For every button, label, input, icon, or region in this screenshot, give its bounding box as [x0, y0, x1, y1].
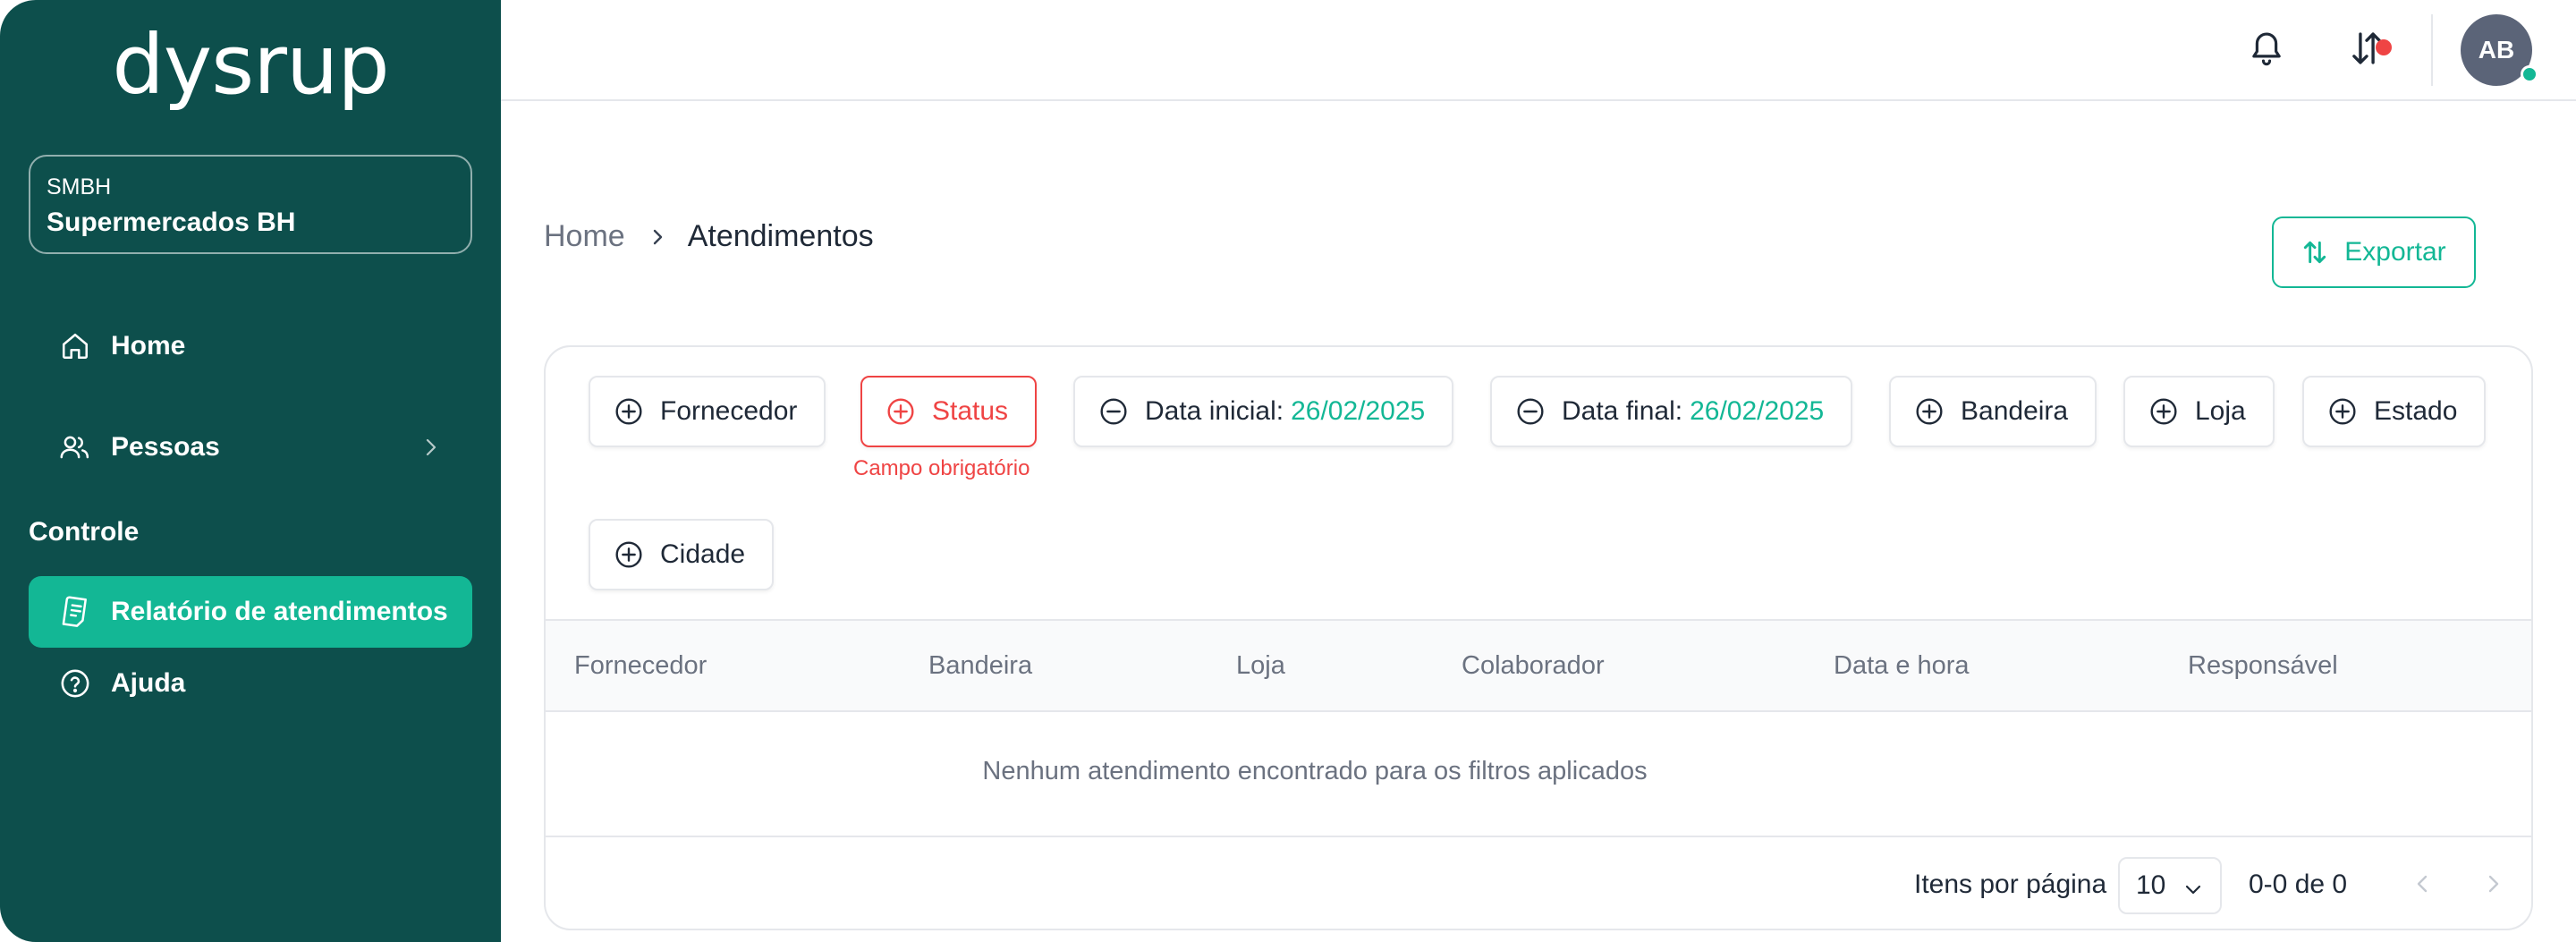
filter-label: Data final: — [1562, 396, 1683, 426]
filter-label: Loja — [2195, 396, 2246, 426]
filter-label: Status — [932, 396, 1009, 426]
plus-circle-icon — [2327, 396, 2358, 427]
org-name: Supermercados BH — [47, 208, 296, 237]
column-header-data-hora[interactable]: Data e hora — [1834, 651, 1970, 681]
previous-page-button[interactable] — [2397, 861, 2447, 911]
minus-circle-icon — [1515, 396, 1546, 427]
sidebar: dysrup SMBH Supermercados BH Home Pessoa… — [0, 0, 501, 942]
chevron-right-icon — [2487, 871, 2501, 901]
filter-data-inicial[interactable]: Data inicial: 26/02/2025 — [1073, 376, 1454, 447]
column-header-loja[interactable]: Loja — [1236, 651, 1285, 681]
online-status-dot — [2521, 65, 2538, 83]
sidebar-item-pessoas[interactable]: Pessoas — [29, 412, 472, 483]
filter-date-value: 26/02/2025 — [1291, 396, 1426, 426]
home-icon — [59, 330, 91, 362]
items-per-page-value: 10 — [2136, 870, 2166, 900]
notifications-button[interactable] — [2240, 23, 2293, 77]
items-per-page-select[interactable]: 10 — [2118, 857, 2222, 914]
export-label: Exportar — [2344, 237, 2446, 267]
next-page-button[interactable] — [2469, 861, 2519, 911]
bell-icon — [2247, 28, 2286, 73]
breadcrumb-current: Atendimentos — [687, 219, 874, 253]
chevron-right-icon — [652, 226, 665, 248]
sidebar-item-label: Ajuda — [111, 668, 186, 698]
breadcrumb-home[interactable]: Home — [544, 219, 625, 254]
filter-fornecedor[interactable]: Fornecedor — [589, 376, 826, 447]
column-header-bandeira[interactable]: Bandeira — [928, 651, 1032, 681]
swap-arrows-icon — [2301, 238, 2328, 267]
plus-circle-icon — [614, 396, 644, 427]
org-code: SMBH — [47, 174, 112, 199]
plus-circle-icon — [886, 396, 916, 427]
filter-date-value: 26/02/2025 — [1690, 396, 1825, 426]
filter-label: Cidade — [660, 539, 746, 569]
plus-circle-icon — [614, 539, 644, 570]
filter-loja[interactable]: Loja — [2123, 376, 2275, 447]
sidebar-item-relatorio[interactable]: Relatório de atendimentos — [29, 576, 472, 648]
top-header: AB — [501, 0, 2576, 101]
column-header-fornecedor[interactable]: Fornecedor — [574, 651, 707, 681]
report-icon — [59, 596, 91, 628]
filter-estado[interactable]: Estado — [2302, 376, 2487, 447]
atendimentos-card: Fornecedor Status Campo obrigatório Data… — [544, 345, 2533, 930]
section-label-controle: Controle — [29, 517, 140, 547]
table-header: Fornecedor Bandeira Loja Colaborador Dat… — [546, 619, 2531, 712]
filter-cidade[interactable]: Cidade — [589, 519, 775, 590]
export-button[interactable]: Exportar — [2272, 216, 2476, 288]
plus-circle-icon — [2148, 396, 2179, 427]
table-footer-divider — [546, 836, 2531, 837]
help-icon — [59, 667, 91, 700]
filter-data-final[interactable]: Data final: 26/02/2025 — [1490, 376, 1853, 447]
organization-selector[interactable]: SMBH Supermercados BH — [29, 155, 472, 254]
filter-label: Estado — [2374, 396, 2458, 426]
transfers-button[interactable] — [2340, 23, 2394, 77]
sidebar-item-label: Pessoas — [111, 432, 220, 462]
column-header-responsavel[interactable]: Responsável — [2188, 651, 2338, 681]
filter-status[interactable]: Status — [860, 376, 1038, 447]
status-error-message: Campo obrigatório — [853, 456, 1030, 480]
filter-bandeira[interactable]: Bandeira — [1889, 376, 2097, 447]
logo: dysrup — [112, 17, 389, 113]
people-icon — [59, 431, 91, 463]
sidebar-item-label: Home — [111, 331, 186, 361]
items-per-page-label: Itens por página — [1914, 870, 2107, 899]
sidebar-item-label: Relatório de atendimentos — [111, 597, 448, 626]
filter-label: Data inicial: — [1145, 396, 1284, 426]
header-divider — [2431, 14, 2433, 86]
chevron-down-icon — [2182, 877, 2204, 907]
notification-dot — [2376, 39, 2392, 55]
minus-circle-icon — [1098, 396, 1129, 427]
filter-label: Fornecedor — [660, 396, 798, 426]
sidebar-item-ajuda[interactable]: Ajuda — [29, 648, 472, 719]
plus-circle-icon — [1914, 396, 1945, 427]
chevron-right-icon — [424, 435, 438, 464]
filter-label: Bandeira — [1961, 396, 2069, 426]
chevron-left-icon — [2415, 871, 2429, 901]
empty-state-message: Nenhum atendimento encontrado para os fi… — [982, 757, 1648, 785]
sidebar-item-home[interactable]: Home — [29, 310, 472, 382]
column-header-colaborador[interactable]: Colaborador — [1462, 651, 1605, 681]
pagination-range: 0-0 de 0 — [2249, 870, 2348, 899]
breadcrumb: Home Atendimentos — [544, 219, 874, 254]
